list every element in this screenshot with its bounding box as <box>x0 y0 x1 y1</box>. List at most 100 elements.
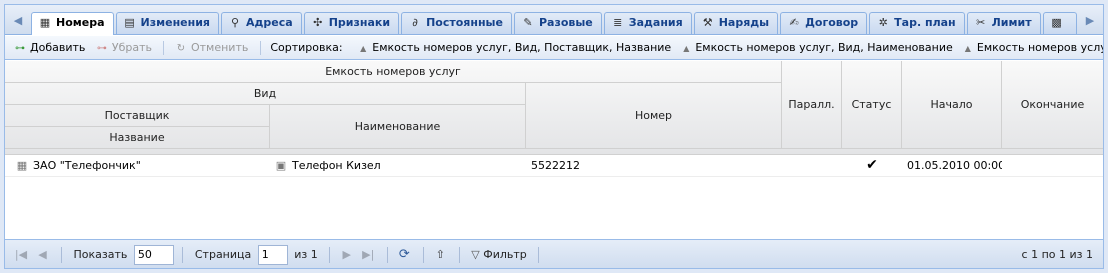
pager-separator <box>538 247 540 263</box>
tab-scissors[interactable]: ✂ Лимит <box>966 12 1041 34</box>
tab-notes[interactable]: ≣ Задания <box>603 12 692 34</box>
refresh-icon[interactable]: ⟳ <box>396 240 412 269</box>
page-count-label: из 1 <box>294 248 318 261</box>
grid-body: ▦ ЗАО "Телефончик" ▣ Телефон Кизел 5522212… <box>5 155 1103 239</box>
tab-tags[interactable]: ✣ Признаки <box>303 12 400 34</box>
phone-device-icon: ▣ <box>275 159 287 172</box>
sort-chip[interactable]: ▲ Емкость номеров услуг, Вид, Наименовани… <box>683 36 953 59</box>
undo-icon: ↻ <box>176 43 186 54</box>
tab-label: Лимит <box>991 16 1032 29</box>
tab-label: Договор <box>805 16 859 29</box>
cell-naimenovanie: ▣ Телефон Кизел <box>274 155 524 176</box>
tab-grid[interactable]: ▩ <box>1042 12 1077 34</box>
column-header-number[interactable]: Номер <box>526 83 782 149</box>
tab-label: Изменения <box>140 16 210 29</box>
paging-info: с 1 по 1 из 1 <box>1021 248 1093 261</box>
numbers-panel: ◀ ▦ Номера ▤ Изменения ⚲ Адреса ✣ Признаки ∂ Пост… <box>4 4 1104 269</box>
tab-tariff[interactable]: ✲ Тар. план <box>869 12 965 34</box>
page-label: Страница <box>194 248 252 261</box>
calendar-icon: ▦ <box>16 159 28 172</box>
tab-label: Тар. план <box>894 16 956 29</box>
show-label: Показать <box>73 248 128 261</box>
tab-label: Адреса <box>246 16 293 29</box>
tariff-icon: ✲ <box>878 16 888 29</box>
tab-label: Признаки <box>328 16 391 29</box>
tab-label: Номера <box>56 16 105 29</box>
first-page-icon[interactable]: |◀ <box>13 240 29 269</box>
column-header-status[interactable]: Статус <box>842 61 902 149</box>
tools-icon: ⚒ <box>702 16 713 29</box>
tab-scroll-left-icon[interactable]: ◀ <box>11 14 25 28</box>
tab-map-pin[interactable]: ⚲ Адреса <box>221 12 302 34</box>
export-icon[interactable]: ⇧ <box>432 240 448 269</box>
cancel-button[interactable]: ↻ Отменить <box>174 36 249 59</box>
sort-asc-icon: ▲ <box>683 44 690 53</box>
tab-label: Задания <box>628 16 683 29</box>
sort-asc-icon: ▲ <box>964 44 971 53</box>
prev-page-icon[interactable]: ◀ <box>35 240 51 269</box>
page-size-input[interactable]: 50 <box>133 245 174 265</box>
link-icon: ∂ <box>412 16 418 29</box>
sort-label: Сортировка: <box>270 41 343 54</box>
wrench-icon: ✎ <box>523 16 533 29</box>
column-header-naimenovanie[interactable]: Наименование <box>270 105 526 149</box>
column-header-parallel[interactable]: Паралл. <box>782 61 842 149</box>
page-number-input[interactable]: 1 <box>257 245 288 265</box>
tab-label: Постоянные <box>426 16 503 29</box>
document-icon: ▤ <box>124 16 135 29</box>
column-header-start[interactable]: Начало <box>902 61 1002 149</box>
contract-icon: ✍ <box>789 16 799 29</box>
toolbar: ⊶ Добавить ⊶ Убрать ↻ Отменить Сортировка: … <box>5 36 1103 60</box>
link-add-icon: ⊶ <box>15 43 25 54</box>
sort-chip-label: Емкость номеров услуг, Вид, Наименование <box>695 41 953 54</box>
table-row[interactable]: ▦ ЗАО "Телефончик" ▣ Телефон Кизел 5522212… <box>5 155 1103 177</box>
tab-contract[interactable]: ✍ Договор <box>780 12 868 34</box>
column-header-supplier[interactable]: Поставщик <box>5 105 270 127</box>
pager-separator <box>329 247 331 263</box>
link-remove-icon: ⊶ <box>96 43 107 54</box>
column-group-vid: Вид <box>5 83 526 105</box>
cell-end <box>1007 155 1102 176</box>
cell-parallel <box>785 155 840 176</box>
pager-separator <box>458 247 460 263</box>
tab-scroll-right-icon[interactable]: ▶ <box>1083 14 1097 28</box>
status-check-icon: ✔ <box>866 157 878 173</box>
filter-button[interactable]: ▽ Фильтр <box>471 240 527 269</box>
pager-separator <box>182 247 184 263</box>
column-header-end[interactable]: Окончание <box>1002 61 1103 149</box>
column-header-name[interactable]: Название <box>5 127 270 149</box>
cell-name: ▦ ЗАО "Телефончик" <box>15 155 265 176</box>
next-page-icon[interactable]: ▶ <box>339 240 355 269</box>
pager-separator <box>422 247 424 263</box>
tab-wrench[interactable]: ✎ Разовые <box>513 12 602 34</box>
cell-number: 5522212 <box>531 159 580 172</box>
sort-asc-icon: ▲ <box>360 44 367 53</box>
tab-list: ▦ Номера ▤ Изменения ⚲ Адреса ✣ Признаки ∂ Постоя… <box>31 12 1079 35</box>
sort-chip[interactable]: ▲ Емкость номеров услуг, Вид, Поставщик, … <box>360 36 672 59</box>
sort-chip-label: Емкость номеров услуг, Номер <box>976 41 1103 54</box>
add-button-label: Добавить <box>30 41 86 54</box>
sort-chip-label: Емкость номеров услуг, Вид, Поставщик, Н… <box>372 41 672 54</box>
filter-icon: ▽ <box>471 248 480 261</box>
remove-button[interactable]: ⊶ Убрать <box>95 36 152 59</box>
column-group-capacity: Емкость номеров услуг <box>5 61 782 83</box>
toolbar-separator <box>259 41 261 55</box>
cell-name-text: ЗАО "Телефончик" <box>33 159 141 172</box>
tab-label: Наряды <box>718 16 770 29</box>
tab-tools[interactable]: ⚒ Наряды <box>693 12 779 34</box>
last-page-icon[interactable]: ▶| <box>360 240 376 269</box>
tab-link[interactable]: ∂ Постоянные <box>401 12 512 34</box>
paging-toolbar: |◀ ◀ Показать 50 Страница 1 из 1 ▶ ▶| ⟳ … <box>5 239 1103 268</box>
tab-document[interactable]: ▤ Изменения <box>115 12 219 34</box>
calendar-icon: ▦ <box>39 16 51 29</box>
notes-icon: ≣ <box>613 16 623 29</box>
pager-separator <box>61 247 62 263</box>
grid-icon: ▩ <box>1051 16 1062 29</box>
sort-chip[interactable]: ▲ Емкость номеров услуг, Номер <box>964 36 1103 59</box>
tab-calendar[interactable]: ▦ Номера <box>31 12 114 35</box>
cancel-button-label: Отменить <box>190 41 249 54</box>
tab-label: Разовые <box>538 16 593 29</box>
add-button[interactable]: ⊶ Добавить <box>13 36 86 59</box>
cell-naimenovanie-text: Телефон Кизел <box>292 159 381 172</box>
map-pin-icon: ⚲ <box>230 16 240 29</box>
